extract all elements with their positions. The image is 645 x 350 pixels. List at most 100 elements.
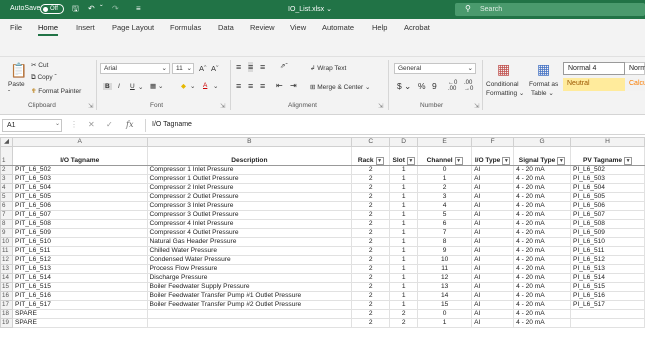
format-as-table-button[interactable]: Format as: [529, 81, 558, 88]
table-cell[interactable]: SPARE: [11, 309, 148, 319]
table-cell[interactable]: 6: [417, 219, 473, 229]
table-cell[interactable]: 2: [351, 201, 391, 211]
paste-icon[interactable]: 📋: [10, 62, 27, 79]
table-cell[interactable]: 1: [389, 219, 419, 229]
table-cell[interactable]: 0: [417, 309, 473, 319]
conditional-formatting-button[interactable]: Conditional: [486, 81, 519, 88]
table-cell[interactable]: PIT_L6_504: [11, 183, 148, 193]
table-cell[interactable]: PIT_L6_516: [11, 291, 148, 301]
align-left-icon[interactable]: ≡: [236, 81, 241, 91]
search-box[interactable]: ⚲ Search: [455, 3, 645, 16]
select-all-corner[interactable]: ◢: [0, 137, 13, 147]
table-cell[interactable]: 2: [389, 318, 419, 328]
tab-view[interactable]: View: [290, 23, 306, 32]
table-cell[interactable]: 1: [417, 174, 473, 184]
table-cell[interactable]: PIT_L6_508: [11, 219, 148, 229]
orientation-icon[interactable]: ⇗ˇ: [280, 62, 288, 70]
table-cell[interactable]: 4 - 20 mA: [513, 228, 572, 238]
table-cell[interactable]: PI_L6_506: [570, 201, 645, 211]
table-cell[interactable]: 12: [417, 273, 473, 283]
number-format-select[interactable]: General ⌄: [394, 63, 476, 74]
decrease-font-icon[interactable]: Aˇ: [211, 64, 219, 73]
percent-button[interactable]: %: [418, 81, 426, 91]
row-number[interactable]: 10: [0, 237, 13, 247]
table-cell[interactable]: 11: [417, 264, 473, 274]
format-as-table-label-2[interactable]: Table ⌄: [531, 89, 554, 97]
table-cell[interactable]: PIT_L6_506: [11, 201, 148, 211]
table-cell[interactable]: [570, 318, 645, 328]
increase-decimal-icon[interactable]: ←0.00: [448, 80, 457, 92]
paste-dropdown-icon[interactable]: ˇ: [8, 90, 10, 97]
table-cell[interactable]: PIT_L6_505: [11, 192, 148, 202]
table-cell[interactable]: 2: [351, 237, 391, 247]
table-header-cell[interactable]: PV Tagname ▼: [570, 146, 645, 166]
table-cell[interactable]: 2: [351, 246, 391, 256]
table-cell[interactable]: AI: [471, 255, 515, 265]
table-cell[interactable]: AI: [471, 183, 515, 193]
format-painter-button[interactable]: ✟ Format Painter: [31, 87, 81, 95]
table-cell[interactable]: 4 - 20 mA: [513, 201, 572, 211]
customize-toolbar-icon[interactable]: ≡: [136, 4, 141, 14]
table-header-cell[interactable]: Signal Type ▼: [513, 146, 572, 166]
table-cell[interactable]: PIT_L6_509: [11, 228, 148, 238]
table-cell[interactable]: 1: [389, 291, 419, 301]
row-number[interactable]: 6: [0, 201, 13, 211]
table-cell[interactable]: 2: [351, 291, 391, 301]
column-header-h[interactable]: H: [570, 137, 645, 147]
undo-dropdown-icon[interactable]: ˇ: [100, 4, 103, 14]
row-number[interactable]: 19: [0, 318, 13, 328]
table-cell[interactable]: AI: [471, 201, 515, 211]
table-cell[interactable]: 4: [417, 201, 473, 211]
table-cell[interactable]: 4 - 20 mA: [513, 273, 572, 283]
borders-icon[interactable]: ▦ ⌄: [150, 82, 163, 90]
table-cell[interactable]: PI_L6_503: [570, 174, 645, 184]
tab-automate[interactable]: Automate: [322, 23, 354, 32]
table-cell[interactable]: PIT_L6_517: [11, 300, 148, 310]
table-cell[interactable]: Boiler Feedwater Supply Pressure: [146, 282, 353, 292]
table-cell[interactable]: PI_L6_514: [570, 273, 645, 283]
table-cell[interactable]: PIT_L6_503: [11, 174, 148, 184]
table-cell[interactable]: 4 - 20 mA: [513, 255, 572, 265]
name-box[interactable]: A1: [2, 119, 62, 132]
table-cell[interactable]: AI: [471, 309, 515, 319]
table-header-cell[interactable]: I/O Tagname: [11, 146, 148, 166]
underline-button[interactable]: U: [130, 83, 135, 90]
table-cell[interactable]: 5: [417, 210, 473, 220]
table-cell[interactable]: 2: [351, 210, 391, 220]
table-cell[interactable]: PI_L6_511: [570, 246, 645, 256]
table-cell[interactable]: Compressor 3 Outlet Pressure: [146, 210, 353, 220]
table-cell[interactable]: Compressor 2 Outlet Pressure: [146, 192, 353, 202]
table-cell[interactable]: PI_L6_508: [570, 219, 645, 229]
column-header-c[interactable]: C: [351, 137, 391, 147]
table-cell[interactable]: 2: [351, 228, 391, 238]
table-cell[interactable]: PIT_L6_502: [11, 165, 148, 175]
table-cell[interactable]: Compressor 2 Inlet Pressure: [146, 183, 353, 193]
table-cell[interactable]: 2: [351, 192, 391, 202]
conditional-formatting-label-2[interactable]: Formatting ⌄: [486, 89, 524, 97]
table-cell[interactable]: AI: [471, 300, 515, 310]
font-launcher-icon[interactable]: ⇲: [220, 102, 225, 110]
style-normal-4[interactable]: Normal 4: [563, 62, 625, 75]
table-cell[interactable]: 1: [389, 174, 419, 184]
table-cell[interactable]: 4 - 20 mA: [513, 183, 572, 193]
italic-button[interactable]: I: [118, 83, 120, 90]
align-middle-icon[interactable]: ≡: [248, 62, 254, 72]
table-cell[interactable]: 1: [389, 237, 419, 247]
number-launcher-icon[interactable]: ⇲: [474, 102, 479, 110]
fill-dropdown-icon[interactable]: ⌄: [190, 82, 195, 90]
style-normal[interactable]: Norm: [625, 62, 645, 75]
table-cell[interactable]: 1: [389, 228, 419, 238]
table-cell[interactable]: PIT_L6_514: [11, 273, 148, 283]
table-cell[interactable]: 1: [389, 246, 419, 256]
formula-input[interactable]: I/O Tagname: [145, 119, 643, 132]
comma-button[interactable]: 9: [432, 81, 437, 91]
row-number[interactable]: 16: [0, 291, 13, 301]
row-number[interactable]: 12: [0, 255, 13, 265]
row-number[interactable]: 14: [0, 273, 13, 283]
row-number[interactable]: 11: [0, 246, 13, 256]
row-number[interactable]: 18: [0, 309, 13, 319]
table-cell[interactable]: 1: [389, 282, 419, 292]
decrease-indent-icon[interactable]: ⇤: [276, 81, 283, 90]
table-cell[interactable]: AI: [471, 273, 515, 283]
filter-dropdown-icon[interactable]: ▼: [454, 157, 463, 165]
